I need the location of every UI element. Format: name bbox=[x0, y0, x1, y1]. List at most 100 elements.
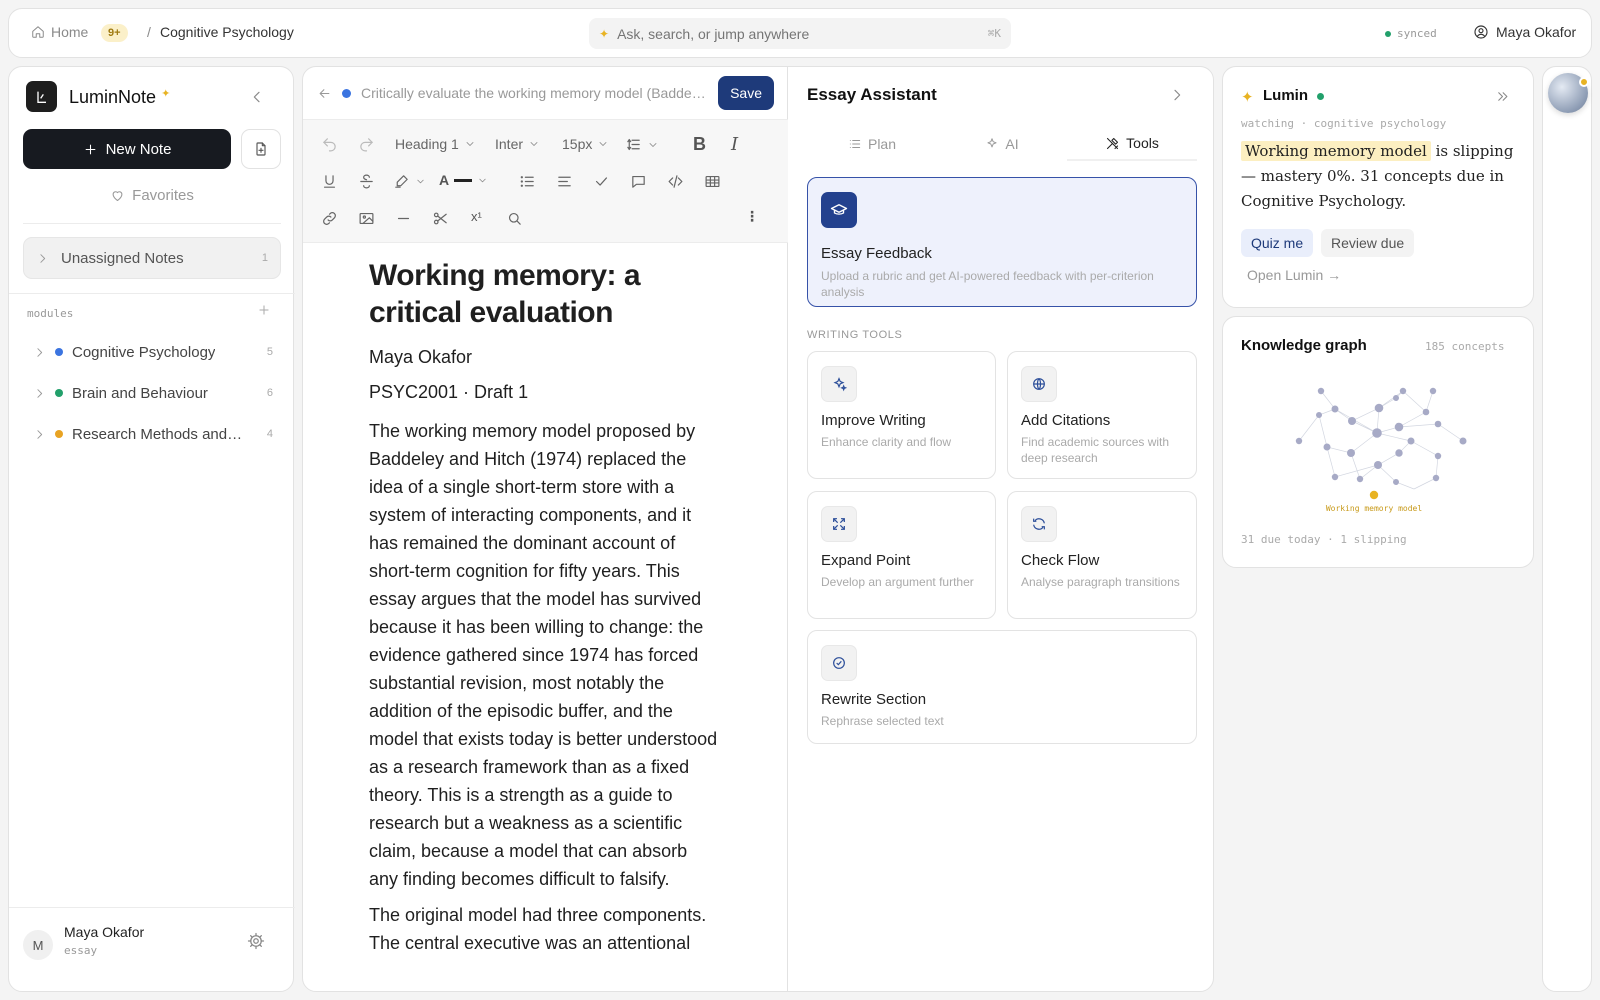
double-chevron-right-icon[interactable] bbox=[1495, 89, 1510, 104]
new-document-button[interactable] bbox=[241, 129, 281, 169]
add-citations-tool[interactable]: Add Citations Find academic sources with… bbox=[1007, 351, 1197, 479]
collapse-sidebar-icon[interactable] bbox=[249, 89, 265, 105]
text-color-select[interactable]: A bbox=[439, 172, 488, 188]
add-module-icon[interactable] bbox=[257, 303, 271, 317]
chevron-down-icon bbox=[464, 138, 476, 150]
undo-icon[interactable] bbox=[321, 136, 338, 153]
knowledge-graph-card: Knowledge graph 185 concepts Working mem… bbox=[1222, 316, 1534, 568]
lumin-highlight[interactable]: Working memory model bbox=[1241, 141, 1431, 161]
bold-icon[interactable]: B bbox=[693, 134, 706, 155]
sparkle-icon: ✦ bbox=[1241, 89, 1254, 106]
tab-ai[interactable]: AI bbox=[937, 127, 1067, 161]
essay-feedback-card[interactable]: Essay Feedback Upload a rubric and get A… bbox=[807, 177, 1197, 307]
module-item[interactable]: Brain and Behaviour 6 bbox=[33, 380, 273, 406]
module-count: 6 bbox=[266, 387, 273, 399]
sparkles-icon bbox=[821, 366, 857, 402]
favorites-link[interactable]: Favorites bbox=[9, 187, 295, 204]
new-note-button[interactable]: New Note bbox=[23, 129, 231, 169]
code-icon[interactable] bbox=[667, 173, 684, 190]
text-color-icon: A bbox=[439, 172, 450, 188]
align-left-icon[interactable] bbox=[556, 173, 573, 190]
tab-tools[interactable]: Tools bbox=[1067, 127, 1197, 161]
avatar[interactable]: M bbox=[23, 930, 53, 960]
chevron-right-icon bbox=[33, 428, 46, 441]
module-name: Brain and Behaviour bbox=[72, 384, 208, 402]
footer-user-name: Maya Okafor bbox=[64, 924, 145, 940]
save-button[interactable]: Save bbox=[718, 76, 774, 110]
comment-icon[interactable] bbox=[630, 173, 647, 190]
quiz-me-button[interactable]: Quiz me bbox=[1241, 229, 1314, 257]
divider bbox=[9, 293, 295, 294]
tool-title: Check Flow bbox=[1021, 552, 1100, 569]
superscript-icon[interactable]: x¹ bbox=[471, 209, 482, 224]
heading-select-value: Heading 1 bbox=[395, 136, 459, 152]
sidebar-footer: M Maya Okafor essay bbox=[9, 907, 295, 993]
tool-desc: Rephrase selected text bbox=[821, 714, 944, 728]
note-title-input[interactable] bbox=[361, 85, 709, 101]
module-item[interactable]: Cognitive Psychology 5 bbox=[33, 339, 273, 365]
strikethrough-icon[interactable] bbox=[358, 173, 375, 190]
breadcrumb-separator: / bbox=[147, 24, 151, 40]
heading-select[interactable]: Heading 1 bbox=[395, 136, 476, 152]
underline-icon[interactable] bbox=[321, 173, 338, 190]
search-icon[interactable] bbox=[506, 210, 523, 227]
chevron-down-icon bbox=[528, 138, 540, 150]
check-icon[interactable] bbox=[593, 173, 610, 190]
tab-plan[interactable]: Plan bbox=[807, 127, 937, 161]
link-icon[interactable] bbox=[321, 210, 338, 227]
expand-point-tool[interactable]: Expand Point Develop an argument further bbox=[807, 491, 996, 619]
paragraph: The original model had three components.… bbox=[369, 905, 707, 953]
italic-icon[interactable]: I bbox=[731, 134, 738, 155]
breadcrumb-current[interactable]: Cognitive Psychology bbox=[160, 24, 294, 40]
sync-status-label: synced bbox=[1397, 27, 1437, 40]
document-author: Maya Okafor bbox=[369, 347, 473, 367]
chevron-down-icon bbox=[477, 175, 488, 186]
unassigned-notes-folder[interactable]: Unassigned Notes 1 bbox=[23, 237, 281, 279]
tool-title: Improve Writing bbox=[821, 412, 926, 429]
search-input[interactable] bbox=[617, 25, 980, 42]
chevron-right-icon bbox=[36, 252, 49, 265]
breadcrumb-home[interactable]: Home bbox=[31, 24, 88, 40]
bullet-list-icon[interactable] bbox=[519, 173, 536, 190]
table-icon[interactable] bbox=[704, 173, 721, 190]
improve-writing-tool[interactable]: Improve Writing Enhance clarity and flow bbox=[807, 351, 996, 479]
tool-desc: Find academic sources with deep research bbox=[1021, 435, 1170, 465]
sync-status: synced bbox=[1385, 27, 1437, 40]
font-size-select[interactable]: 15px bbox=[562, 136, 609, 152]
check-flow-tool[interactable]: Check Flow Analyse paragraph transitions bbox=[1007, 491, 1197, 619]
module-color-dot bbox=[55, 389, 63, 397]
graph-focus-label: Working memory model bbox=[1326, 504, 1423, 513]
highlighter-select[interactable] bbox=[393, 173, 426, 190]
rewrite-section-tool[interactable]: Rewrite Section Rephrase selected text bbox=[807, 630, 1197, 744]
review-due-button[interactable]: Review due bbox=[1321, 229, 1415, 257]
notification-badge[interactable]: 9+ bbox=[101, 24, 128, 42]
user-menu[interactable]: Maya Okafor bbox=[1473, 24, 1576, 40]
line-height-select[interactable] bbox=[625, 136, 659, 153]
more-options-icon[interactable]: ⋮ bbox=[745, 208, 759, 225]
open-lumin-link[interactable]: Open Lumin → bbox=[1247, 267, 1341, 283]
horizontal-rule-icon[interactable] bbox=[395, 210, 412, 227]
modules-heading: modules bbox=[27, 307, 74, 320]
module-name: Research Methods and Statistics bbox=[72, 425, 244, 443]
tab-tools-label: Tools bbox=[1126, 135, 1159, 151]
document-body[interactable]: Working memory: a critical evaluation Ma… bbox=[369, 257, 719, 965]
paragraph: The working memory model proposed by Bad… bbox=[369, 421, 718, 889]
essay-feedback-title: Essay Feedback bbox=[821, 245, 932, 262]
favorites-label: Favorites bbox=[132, 187, 194, 204]
chevron-right-icon[interactable] bbox=[1169, 87, 1185, 103]
font-select[interactable]: Inter bbox=[495, 136, 540, 152]
assistant-tabs: Plan AI Tools bbox=[807, 127, 1197, 161]
tool-desc: Develop an argument further bbox=[821, 575, 974, 589]
knowledge-graph[interactable]: Working memory model bbox=[1283, 377, 1473, 517]
gear-icon[interactable] bbox=[247, 932, 265, 950]
knowledge-graph-title: Knowledge graph bbox=[1241, 337, 1367, 354]
arrow-left-icon[interactable] bbox=[317, 86, 332, 101]
text-color-swatch bbox=[454, 178, 473, 182]
editor-header: Save bbox=[303, 67, 788, 119]
command-search[interactable]: ✦ ⌘K bbox=[589, 18, 1011, 49]
chevron-down-icon bbox=[415, 176, 426, 187]
image-icon[interactable] bbox=[358, 210, 375, 227]
module-item[interactable]: Research Methods and Statistics 4 bbox=[33, 421, 273, 447]
redo-icon[interactable] bbox=[358, 136, 375, 153]
scissors-icon[interactable] bbox=[432, 210, 449, 227]
